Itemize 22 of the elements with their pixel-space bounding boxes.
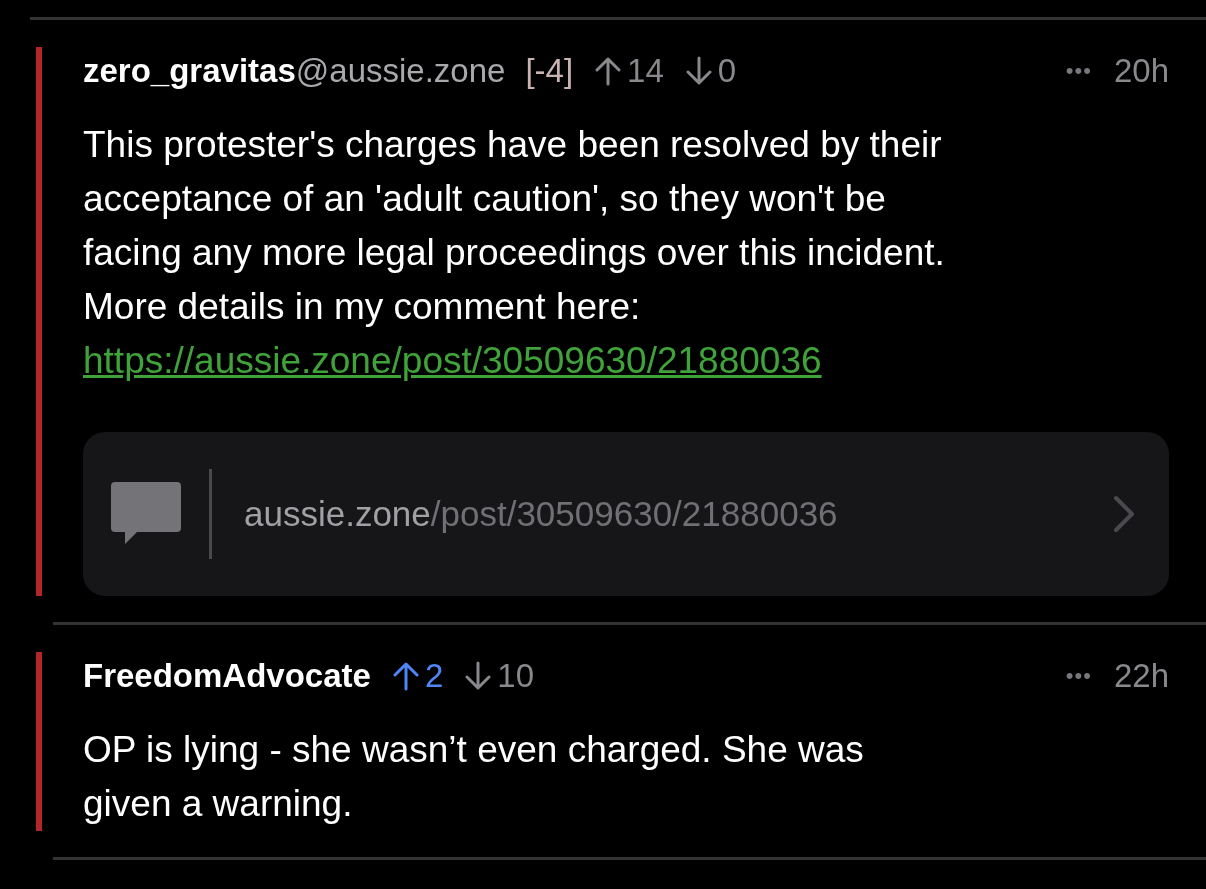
- up-arrow-icon: [392, 661, 419, 691]
- link[interactable]: https://aussie.zone/post/30509630/21880036: [83, 334, 1169, 388]
- more-button[interactable]: •••: [1065, 58, 1092, 84]
- downvote-button[interactable]: 10: [465, 657, 534, 695]
- downvote-button[interactable]: 0: [685, 52, 737, 90]
- link-preview-card[interactable]: aussie.zone/post/30509630/21880036: [83, 432, 1169, 596]
- username[interactable]: zero_gravitas@aussie.zone: [83, 52, 506, 90]
- username[interactable]: FreedomAdvocate: [83, 657, 371, 695]
- upvote-button[interactable]: 14: [595, 52, 664, 90]
- up-arrow-icon: [595, 56, 622, 86]
- comment-text: This protester's charges have been resolved by their acceptance of an 'adult caution', so they won't be facing any more legal proceedings over this incident. More details in my comment here:: [83, 123, 946, 329]
- chevron-right-icon: [1113, 495, 1135, 533]
- comment-icon: [111, 482, 181, 546]
- score-label: [-4]: [525, 52, 574, 90]
- timestamp: 22h: [1113, 657, 1169, 695]
- comment-text: OP is lying - she wasn’t even charged. She was given a warning.: [83, 728, 865, 826]
- more-button[interactable]: •••: [1065, 663, 1092, 689]
- down-arrow-icon: [465, 661, 492, 691]
- upvote-button[interactable]: 2: [392, 657, 444, 695]
- timestamp: 20h: [1113, 52, 1169, 90]
- preview-url: aussie.zone/post/30509630/21880036: [244, 494, 839, 534]
- down-arrow-icon: [685, 56, 712, 86]
